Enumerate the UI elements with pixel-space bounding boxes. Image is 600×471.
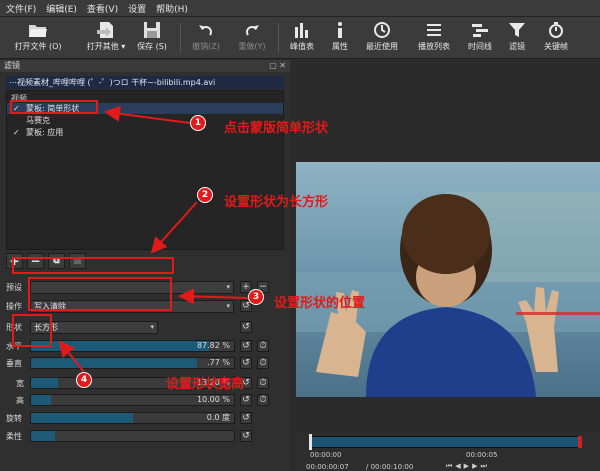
annotation-arrows [58, 105, 249, 373]
step-badge-4: 4 [76, 372, 92, 388]
callout-step-1: 点击蒙版简单形状 [224, 121, 329, 136]
step-badge-3: 3 [248, 289, 264, 305]
callout-step-3: 设置形状的位置 [274, 296, 366, 311]
callout-step-2: 设置形状为长方形 [224, 195, 329, 210]
callout-step-4: 设置形状宽高 [166, 377, 245, 392]
step-badge-2: 2 [197, 187, 213, 203]
step-badge-1: 1 [190, 115, 206, 131]
app-window: 文件(F) 编辑(E) 查看(V) 设置 帮助(H) 打开文件 (O) 打开其他… [0, 0, 600, 471]
